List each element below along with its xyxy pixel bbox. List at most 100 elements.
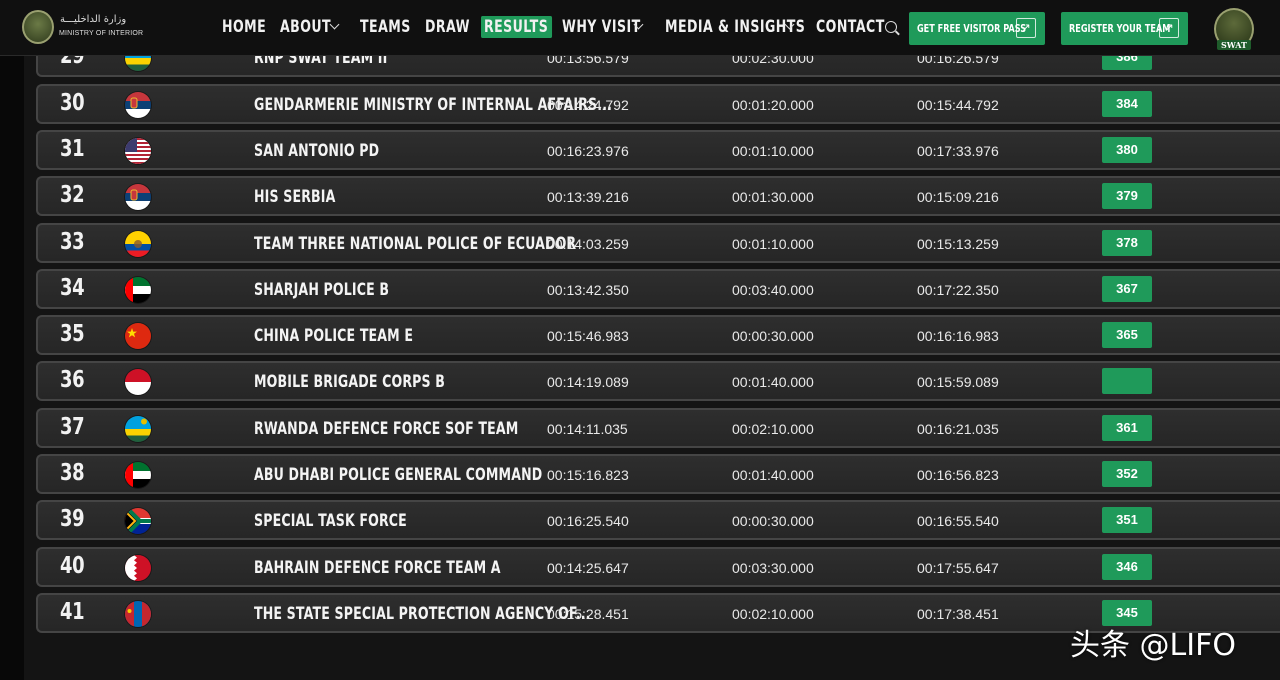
score-badge: 365 [1102, 322, 1152, 349]
table-row[interactable]: 36 MOBILE BRIGADE CORPS B 00:14:19.089 00:0… [36, 361, 1280, 402]
penalty-time: 00:00:30.000 [732, 513, 814, 530]
run-time: 00:16:25.540 [547, 513, 629, 530]
nav-media-insights[interactable]: MEDIA & INSIGHTS [665, 17, 805, 37]
team-name[interactable]: RWANDA DEFENCE FORCE SOF TEAM [254, 419, 518, 439]
country-flag-icon [125, 369, 151, 396]
run-time: 00:13:39.216 [547, 189, 629, 206]
team-name[interactable]: BAHRAIN DEFENCE FORCE TEAM A [254, 558, 501, 578]
score-badge: 367 [1102, 275, 1152, 302]
table-row[interactable]: 31 SAN ANTONIO PD 00:16:23.976 00:01:10.000… [36, 129, 1280, 170]
ministry-emblem-icon[interactable] [22, 10, 54, 44]
table-row[interactable]: 37 RWANDA DEFENCE FORCE SOF TEAM 00:14:11.… [36, 407, 1280, 448]
rank-number: 40 [60, 552, 85, 579]
penalty-time: 00:03:30.000 [732, 559, 814, 576]
rank-number: 39 [60, 506, 85, 533]
table-row[interactable]: 39 SPECIAL TASK FORCE 00:16:25.540 00:00:30… [36, 500, 1280, 541]
total-time: 00:17:33.976 [917, 142, 999, 159]
country-flag-icon [125, 600, 151, 627]
total-time: 00:15:44.792 [917, 96, 999, 113]
nav-draw[interactable]: DRAW [425, 17, 470, 37]
total-time: 00:16:56.823 [917, 467, 999, 483]
run-time: 00:14:03.259 [547, 235, 629, 252]
country-flag-icon [125, 184, 151, 211]
penalty-time: 00:01:10.000 [732, 142, 814, 159]
site-header: وزارة الداخليـــة MINISTRY OF INTERIOR H… [0, 0, 1280, 56]
team-name[interactable]: SAN ANTONIO PD [254, 141, 379, 161]
table-row[interactable]: 34 SHARJAH POLICE B 00:13:42.350 00:03:40.0… [36, 268, 1280, 309]
penalty-time: 00:02:10.000 [732, 420, 814, 437]
rank-number: 31 [60, 135, 85, 162]
team-name[interactable]: CHINA POLICE TEAM E [254, 326, 413, 346]
penalty-time: 00:01:40.000 [732, 374, 814, 391]
team-name[interactable]: TEAM THREE NATIONAL POLICE OF ECUADOR [254, 234, 576, 254]
country-flag-icon [125, 230, 151, 257]
table-row[interactable]: 30 GENDARMERIE MINISTRY OF INTERNAL AFFAI… [36, 83, 1280, 124]
table-row[interactable]: 35 CHINA POLICE TEAM E 00:15:46.983 00:00:3… [36, 315, 1280, 356]
team-name[interactable]: SPECIAL TASK FORCE [254, 511, 407, 531]
rank-number: 37 [60, 413, 85, 440]
table-row[interactable]: 40 BAHRAIN DEFENCE FORCE TEAM A 00:14:25.6… [36, 546, 1280, 587]
team-name[interactable]: MOBILE BRIGADE CORPS B [254, 372, 445, 392]
score-badge: 378 [1102, 229, 1152, 256]
nav-results[interactable]: RESULTS [481, 16, 552, 38]
team-name[interactable]: THE STATE SPECIAL PROTECTION AGENCY OF..… [254, 604, 591, 624]
country-flag-icon [125, 137, 151, 164]
penalty-time: 00:01:20.000 [732, 96, 814, 113]
total-time: 00:16:55.540 [917, 513, 999, 530]
total-time: 00:16:21.035 [917, 420, 999, 437]
team-name[interactable]: SHARJAH POLICE B [254, 280, 389, 300]
penalty-time: 00:03:40.000 [732, 281, 814, 298]
nav-why-visit[interactable]: WHY VISIT [562, 17, 641, 37]
total-time: 00:15:09.216 [917, 189, 999, 206]
score-badge: 352 [1102, 461, 1152, 487]
score-badge: 351 [1102, 507, 1152, 534]
country-flag-icon [125, 554, 151, 581]
nav-home[interactable]: HOME [222, 17, 266, 37]
run-time: 00:16:23.976 [547, 142, 629, 159]
team-name[interactable]: ABU DHABI POLICE GENERAL COMMAND [254, 465, 542, 485]
nav-contact[interactable]: CONTACT [816, 17, 885, 37]
watermark: 头条 @LIFO [1070, 628, 1236, 663]
country-flag-icon [125, 323, 151, 350]
run-time: 00:14:24.792 [547, 96, 629, 113]
penalty-time: 00:01:40.000 [732, 467, 814, 483]
run-time: 00:14:19.089 [547, 374, 629, 391]
table-row[interactable]: 38 ABU DHABI POLICE GENERAL COMMAND 00:15:… [36, 454, 1280, 494]
table-row[interactable]: 32 HIS SERBIA 00:13:39.216 00:01:30.000 00:1… [36, 176, 1280, 217]
rank-number: 36 [60, 367, 85, 394]
arrow-up-right-icon: ↗ [1159, 18, 1179, 38]
rank-number: 38 [60, 460, 85, 486]
total-time: 00:15:59.089 [917, 374, 999, 391]
rank-number: 30 [60, 89, 85, 116]
total-time: 00:17:55.647 [917, 559, 999, 576]
penalty-time: 00:00:30.000 [732, 328, 814, 345]
penalty-time: 00:02:10.000 [732, 605, 814, 622]
rank-number: 33 [60, 228, 85, 255]
score-badge: 379 [1102, 183, 1152, 210]
rank-number: 35 [60, 321, 85, 348]
table-row[interactable]: 33 TEAM THREE NATIONAL POLICE OF ECUADOR 0… [36, 222, 1280, 263]
nav-teams[interactable]: TEAMS [360, 17, 411, 37]
search-icon[interactable] [885, 21, 897, 33]
cta-label: REGISTER YOUR TEAM [1069, 22, 1171, 35]
country-flag-icon [125, 462, 151, 488]
run-time: 00:15:28.451 [547, 605, 629, 622]
run-time: 00:13:42.350 [547, 281, 629, 298]
country-flag-icon [125, 91, 151, 118]
score-badge [1102, 368, 1152, 395]
team-name[interactable]: HIS SERBIA [254, 187, 335, 207]
total-time: 00:17:38.451 [917, 605, 999, 622]
logo-arabic-text[interactable]: وزارة الداخليـــة [60, 14, 126, 25]
total-time: 00:15:13.259 [917, 235, 999, 252]
score-badge: 346 [1102, 553, 1152, 580]
logo-english-text[interactable]: MINISTRY OF INTERIOR [59, 30, 143, 37]
score-badge: 384 [1102, 90, 1152, 117]
register-team-button[interactable]: REGISTER YOUR TEAM ↗ [1061, 12, 1188, 45]
get-visitor-pass-button[interactable]: GET FREE VISITOR PASS ↗ [909, 12, 1045, 45]
swat-badge-label: SWAT [1217, 40, 1251, 50]
rank-number: 41 [60, 598, 85, 625]
nav-about[interactable]: ABOUT [280, 17, 331, 37]
run-time: 00:14:25.647 [547, 559, 629, 576]
rank-number: 34 [60, 274, 85, 301]
run-time: 00:15:46.983 [547, 328, 629, 345]
